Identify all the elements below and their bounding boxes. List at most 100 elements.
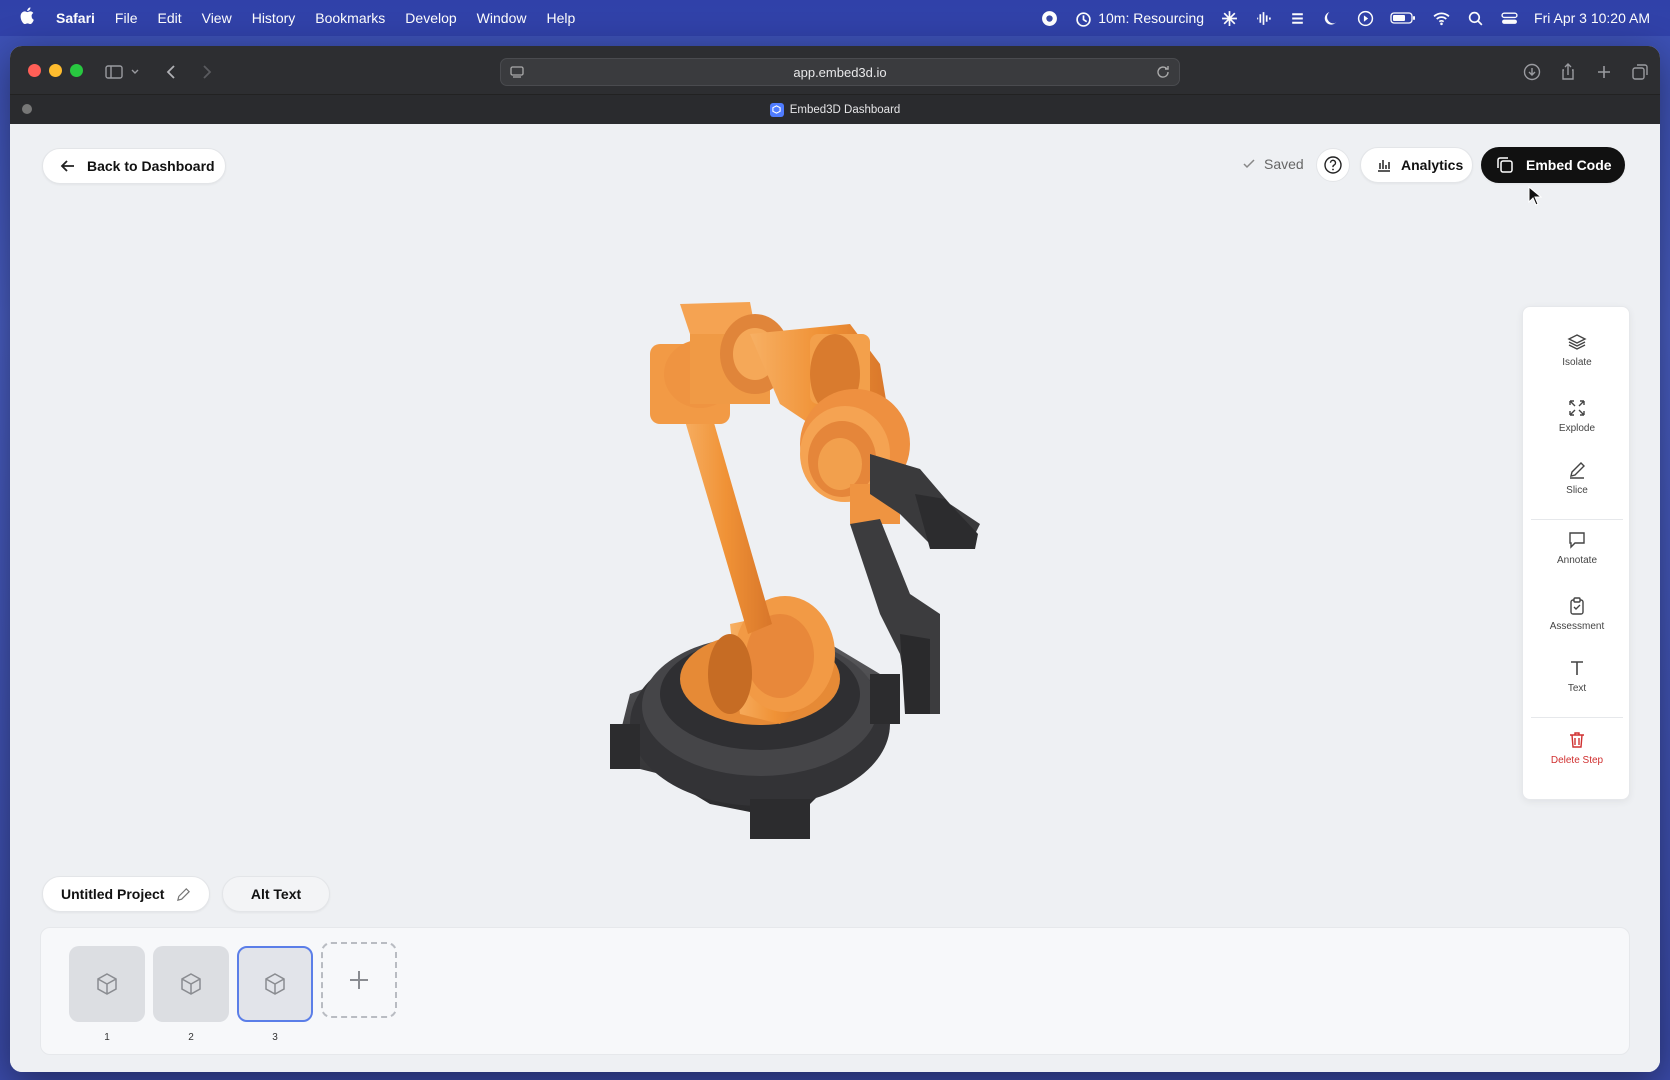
delete-step-label: Delete Step: [1550, 755, 1604, 766]
isolate-tool-button[interactable]: Isolate: [1523, 321, 1631, 379]
control-center-icon[interactable]: [1500, 9, 1518, 27]
sidebar-toggle-icon[interactable]: [102, 60, 126, 84]
apple-menu-icon[interactable]: [20, 7, 34, 29]
trash-icon: [1570, 732, 1584, 748]
share-icon[interactable]: [1556, 60, 1580, 84]
project-name-button[interactable]: Untitled Project: [42, 876, 210, 912]
embed-code-label: Embed Code: [1526, 157, 1612, 173]
record-icon[interactable]: [1040, 9, 1058, 27]
new-tab-icon[interactable]: [1592, 60, 1616, 84]
timer-status[interactable]: 10m: Resourcing: [1074, 9, 1204, 27]
spotlight-search-icon[interactable]: [1466, 9, 1484, 27]
question-circle-icon: [1324, 156, 1342, 174]
menu-bookmarks[interactable]: Bookmarks: [315, 10, 385, 26]
alt-text-button[interactable]: Alt Text: [222, 876, 330, 912]
slice-label: Slice: [1566, 485, 1588, 496]
address-bar[interactable]: app.embed3d.io: [500, 58, 1180, 86]
tab-title: Embed3D Dashboard: [789, 103, 901, 116]
step-thumbnail-3[interactable]: [237, 946, 313, 1022]
explode-label: Explode: [1558, 423, 1596, 434]
saved-label: Saved: [1264, 156, 1304, 172]
layers-icon: [1567, 334, 1587, 350]
text-type-icon: [1571, 661, 1583, 675]
tab-embed3d-dashboard[interactable]: Embed3D Dashboard: [769, 102, 901, 117]
minimize-window-button[interactable]: [49, 64, 62, 77]
annotate-label: Annotate: [1556, 555, 1598, 566]
pencil-icon: [177, 887, 191, 901]
arrow-left-icon: [60, 160, 74, 172]
menubar-status-area: 10m: Resourcing Fri Apr 3 10:20 AM: [1040, 9, 1650, 27]
analytics-label: Analytics: [1401, 157, 1464, 173]
safari-window: app.embed3d.io Embed3D Dashboard Back to…: [10, 46, 1660, 1072]
cube-icon: [97, 973, 117, 995]
window-controls: [28, 64, 83, 77]
assessment-label: Assessment: [1549, 621, 1605, 632]
downloads-icon[interactable]: [1520, 60, 1544, 84]
stack-icon[interactable]: [1288, 9, 1306, 27]
waveform-icon[interactable]: [1254, 9, 1272, 27]
moon-icon[interactable]: [1322, 9, 1340, 27]
menu-file[interactable]: File: [115, 10, 138, 26]
editor-canvas[interactable]: Back to Dashboard Saved Analytics Embed …: [10, 124, 1660, 1072]
tab-bar: Embed3D Dashboard: [10, 94, 1660, 124]
comment-icon: [1569, 532, 1585, 549]
add-step-button[interactable]: [321, 942, 397, 1018]
macos-menubar: Safari File Edit View History Bookmarks …: [0, 0, 1670, 36]
menu-view[interactable]: View: [202, 10, 232, 26]
forward-nav-icon[interactable]: [194, 60, 218, 84]
check-icon: [1243, 159, 1255, 169]
menu-develop[interactable]: Develop: [405, 10, 456, 26]
battery-icon[interactable]: [1390, 9, 1416, 27]
menu-app-name[interactable]: Safari: [56, 10, 95, 26]
timer-icon: [1074, 9, 1092, 27]
pinned-tab-icon[interactable]: [22, 104, 32, 114]
close-window-button[interactable]: [28, 64, 41, 77]
bar-chart-icon: [1378, 160, 1390, 172]
embed-code-button[interactable]: Embed Code: [1481, 147, 1625, 183]
url-text: app.embed3d.io: [793, 64, 887, 80]
mouse-cursor-icon: [1528, 186, 1542, 206]
play-icon[interactable]: [1356, 9, 1374, 27]
zoom-window-button[interactable]: [70, 64, 83, 77]
step-tools-panel: Isolate Explode Slice Annotate Assessmen…: [1522, 306, 1630, 800]
step-thumbnail-2[interactable]: [153, 946, 229, 1022]
menu-window[interactable]: Window: [477, 10, 527, 26]
step-thumbnail-1[interactable]: [69, 946, 145, 1022]
step-number: 1: [104, 1032, 110, 1043]
clipboard-check-icon: [1570, 597, 1584, 615]
delete-step-button[interactable]: Delete Step: [1523, 719, 1631, 777]
annotate-tool-button[interactable]: Annotate: [1523, 519, 1631, 577]
robot-arm-3d-model[interactable]: [580, 294, 1050, 874]
save-status: Saved: [1242, 156, 1304, 172]
alt-text-label: Alt Text: [250, 886, 302, 902]
analytics-button[interactable]: Analytics: [1360, 147, 1473, 183]
text-label: Text: [1567, 683, 1587, 694]
page-settings-icon[interactable]: [509, 64, 525, 80]
back-label: Back to Dashboard: [87, 158, 215, 174]
menu-edit[interactable]: Edit: [157, 10, 181, 26]
wifi-icon[interactable]: [1432, 9, 1450, 27]
menubar-clock[interactable]: Fri Apr 3 10:20 AM: [1534, 10, 1650, 26]
steps-timeline: 1 2 3: [40, 927, 1630, 1055]
back-nav-icon[interactable]: [160, 60, 184, 84]
help-button[interactable]: [1316, 148, 1350, 182]
tool-divider: [1531, 717, 1623, 718]
chevron-down-icon[interactable]: [128, 60, 142, 84]
slice-tool-button[interactable]: Slice: [1523, 449, 1631, 507]
expand-icon: [1569, 400, 1585, 416]
cube-icon: [181, 973, 201, 995]
explode-tool-button[interactable]: Explode: [1523, 387, 1631, 445]
menu-history[interactable]: History: [252, 10, 296, 26]
copy-icon: [1497, 157, 1513, 173]
menu-help[interactable]: Help: [546, 10, 575, 26]
cube-icon: [265, 973, 285, 995]
reload-icon[interactable]: [1155, 64, 1171, 80]
sparkle-icon[interactable]: [1220, 9, 1238, 27]
step-number: 3: [272, 1032, 278, 1043]
back-to-dashboard-button[interactable]: Back to Dashboard: [42, 148, 226, 184]
step-number: 2: [188, 1032, 194, 1043]
text-tool-button[interactable]: Text: [1523, 647, 1631, 705]
tab-overview-icon[interactable]: [1628, 60, 1652, 84]
isolate-label: Isolate: [1562, 357, 1592, 368]
assessment-tool-button[interactable]: Assessment: [1523, 585, 1631, 643]
